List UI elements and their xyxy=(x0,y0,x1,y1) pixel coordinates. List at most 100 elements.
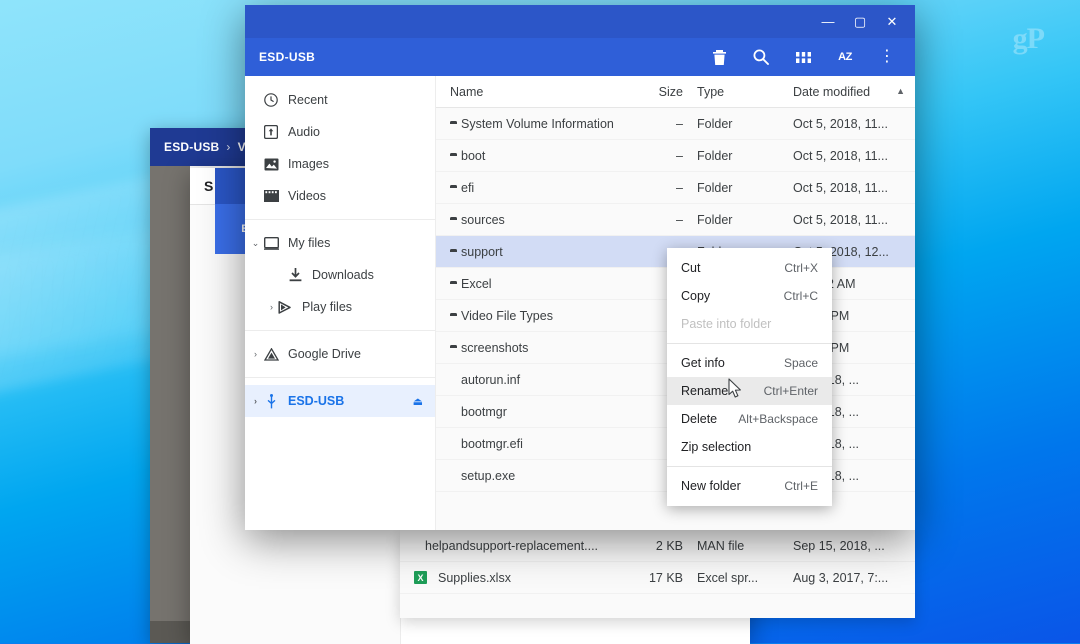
menu-item-copy[interactable]: Copy Ctrl+C xyxy=(667,282,832,310)
background-file-rows[interactable]: helpandsupport-replacement.... 2 KB MAN fi… xyxy=(400,530,915,618)
menu-item-shortcut: Alt+Backspace xyxy=(738,412,818,426)
sort-arrow-icon: ▲ xyxy=(896,85,905,96)
file-list-header: Name Size Type Date modified ▲ xyxy=(436,76,915,108)
menu-divider xyxy=(667,343,832,344)
cell-name: helpandsupport-replacement.... xyxy=(400,539,617,553)
trash-icon[interactable] xyxy=(709,47,729,67)
menu-item-new-folder[interactable]: New folder Ctrl+E xyxy=(667,472,832,500)
videos-icon xyxy=(263,188,279,204)
cell-date: Aug 3, 2017, 7:... xyxy=(793,570,889,585)
cell-size: – xyxy=(676,180,683,195)
sidebar-item-recent[interactable]: Recent xyxy=(245,84,435,116)
menu-item-label: Zip selection xyxy=(681,440,752,454)
table-row[interactable]: System Volume Information – Folder Oct 5, 2… xyxy=(436,108,915,140)
sidebar-divider xyxy=(245,330,435,331)
sidebar-item-videos[interactable]: Videos xyxy=(245,180,435,212)
menu-item-delete[interactable]: Delete Alt+Backspace xyxy=(667,405,832,433)
menu-item-shortcut: Ctrl+C xyxy=(783,289,818,303)
search-icon[interactable] xyxy=(751,47,771,67)
chevron-right-icon[interactable]: › xyxy=(251,349,260,359)
eject-icon[interactable]: ⏏ xyxy=(413,395,423,408)
menu-item-label: Cut xyxy=(681,261,701,275)
cell-name: screenshots xyxy=(436,341,617,355)
sidebar-item-label: Audio xyxy=(288,125,320,139)
minimize-button[interactable]: — xyxy=(813,8,843,36)
sidebar-item-label: Videos xyxy=(288,189,326,203)
chevron-right-icon[interactable]: › xyxy=(267,302,276,312)
sidebar-item-downloads[interactable]: Downloads xyxy=(245,259,435,291)
file-name: Excel xyxy=(461,276,492,291)
menu-item-label: Copy xyxy=(681,289,711,303)
close-button[interactable]: ✕ xyxy=(877,8,907,36)
column-header-date[interactable]: Date modified ▲ xyxy=(779,85,915,99)
file-name: autorun.inf xyxy=(461,372,521,387)
cell-name: autorun.inf xyxy=(436,373,617,387)
file-name: screenshots xyxy=(461,340,529,355)
menu-item-shortcut: Ctrl+Enter xyxy=(763,384,818,398)
sidebar-item-my-files[interactable]: ⌄ My files xyxy=(245,227,435,259)
cell-size: 17 KB xyxy=(648,570,683,585)
grid-view-icon[interactable] xyxy=(793,47,813,67)
excel-icon: X xyxy=(414,571,427,584)
table-row[interactable]: helpandsupport-replacement.... 2 KB MAN fi… xyxy=(400,530,915,562)
sidebar-item-audio[interactable]: Audio xyxy=(245,116,435,148)
more-options-icon[interactable]: ⋮ xyxy=(877,47,897,67)
sidebar-item-google-drive[interactable]: › Google Drive xyxy=(245,338,435,370)
context-menu[interactable]: Cut Ctrl+X Copy Ctrl+C Paste into folder Get … xyxy=(667,248,832,506)
cell-date: Oct 5, 2018, 11... xyxy=(793,180,888,195)
cell-name: X Supplies.xlsx xyxy=(400,571,617,585)
menu-item-rename[interactable]: Rename Ctrl+Enter xyxy=(667,377,832,405)
sidebar-item-esd-usb[interactable]: › ESD-USB ⏏ xyxy=(245,385,435,417)
table-row[interactable]: sources – Folder Oct 5, 2018, 11... xyxy=(436,204,915,236)
column-header-name[interactable]: Name xyxy=(436,85,617,99)
clock-icon xyxy=(263,92,279,108)
menu-divider xyxy=(667,466,832,467)
sidebar-divider xyxy=(245,219,435,220)
menu-item-label: New folder xyxy=(681,479,741,493)
table-row[interactable]: efi – Folder Oct 5, 2018, 11... xyxy=(436,172,915,204)
cell-date: Oct 5, 2018, 11... xyxy=(793,212,888,227)
cell-size: – xyxy=(676,212,683,227)
cell-name: setup.exe xyxy=(436,469,617,483)
table-row[interactable]: boot – Folder Oct 5, 2018, 11... xyxy=(436,140,915,172)
usb-icon xyxy=(263,393,279,409)
cell-name: System Volume Information xyxy=(436,117,617,131)
menu-item-shortcut: Ctrl+X xyxy=(784,261,818,275)
mouse-cursor xyxy=(728,378,743,404)
watermark: gP xyxy=(1012,22,1045,55)
cell-name: boot xyxy=(436,149,617,163)
menu-item-shortcut: Space xyxy=(783,356,818,370)
my-files-icon xyxy=(263,235,279,251)
chevron-down-icon[interactable]: ⌄ xyxy=(251,238,260,249)
menu-item-get-info[interactable]: Get info Space xyxy=(667,349,832,377)
files-sidebar[interactable]: Recent Audio Images Videos ⌄ My files Download… xyxy=(245,76,436,530)
files-toolbar: ESD-USB AZ ⋮ xyxy=(245,38,915,76)
file-name: Supplies.xlsx xyxy=(438,570,511,585)
images-icon xyxy=(263,156,279,172)
cell-size: – xyxy=(676,116,683,131)
chevron-right-icon[interactable]: › xyxy=(251,396,260,406)
menu-item-zip-selection[interactable]: Zip selection xyxy=(667,433,832,461)
breadcrumb[interactable]: ESD-USB xyxy=(259,50,709,64)
sidebar-item-images[interactable]: Images xyxy=(245,148,435,180)
cell-type: Folder xyxy=(697,116,733,131)
menu-item-shortcut: Ctrl+E xyxy=(784,479,818,493)
sidebar-item-label: Google Drive xyxy=(288,347,361,361)
column-header-size[interactable]: Size xyxy=(617,85,683,99)
sidebar-item-play-files[interactable]: › Play files xyxy=(245,291,435,323)
sidebar-item-label: My files xyxy=(288,236,331,250)
file-name: sources xyxy=(461,212,505,227)
cell-type: Folder xyxy=(697,148,733,163)
menu-item-cut[interactable]: Cut Ctrl+X xyxy=(667,254,832,282)
cell-name: efi xyxy=(436,181,617,195)
menu-item-label: Paste into folder xyxy=(681,317,772,331)
breadcrumb-root[interactable]: ESD-USB xyxy=(164,140,219,154)
column-header-type[interactable]: Type xyxy=(683,85,779,99)
menu-item-label: Delete xyxy=(681,412,718,426)
table-row[interactable]: X Supplies.xlsx 17 KB Excel spr... Aug 3, 20… xyxy=(400,562,915,594)
maximize-button[interactable]: ▢ xyxy=(845,8,875,36)
breadcrumb-separator: › xyxy=(226,140,231,154)
sort-az-icon[interactable]: AZ xyxy=(835,47,855,67)
file-name: helpandsupport-replacement.... xyxy=(425,538,599,553)
sidebar-item-label: ESD-USB xyxy=(288,394,345,408)
